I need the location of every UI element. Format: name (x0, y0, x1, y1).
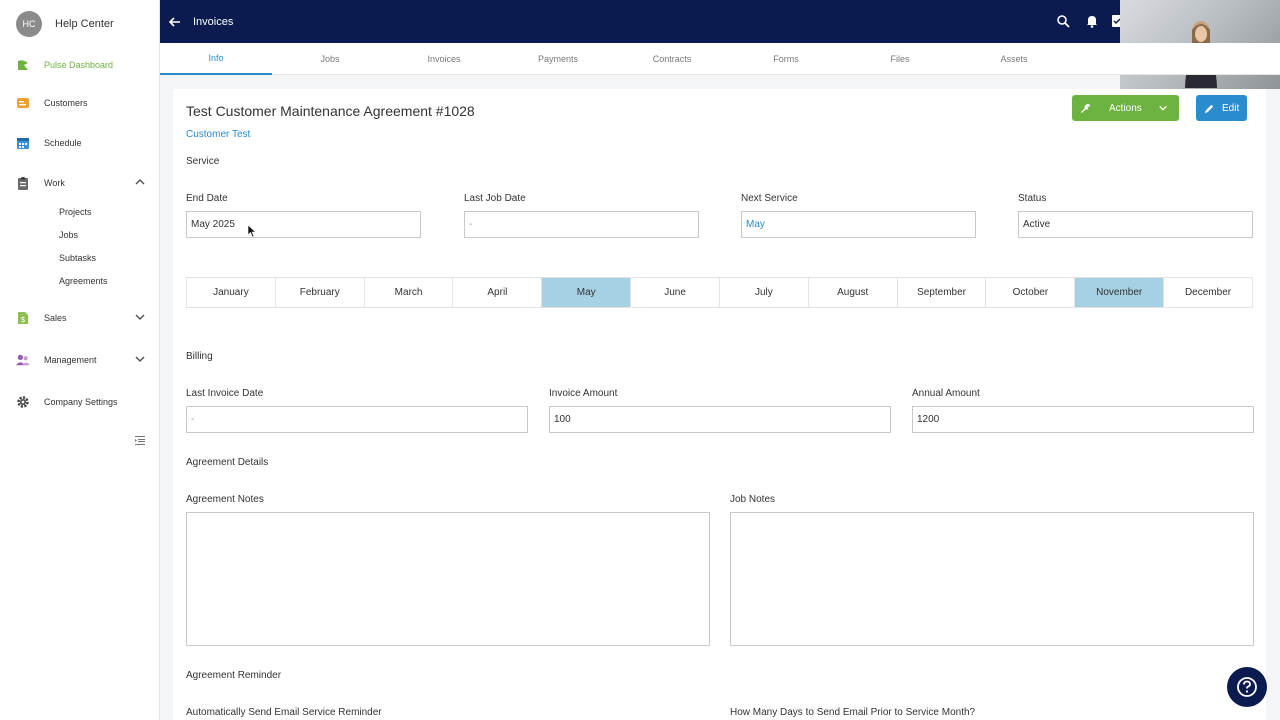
brand[interactable]: HC Help Center (16, 11, 114, 37)
sidebar-item-work[interactable]: Work (16, 173, 152, 193)
wrench-icon (1080, 103, 1091, 113)
sidebar-item-customers[interactable]: Customers (16, 93, 152, 113)
days-prior-label: How Many Days to Send Email Prior to Ser… (730, 707, 976, 718)
status-field[interactable]: Active (1018, 211, 1253, 238)
end-date-label: End Date (186, 193, 228, 204)
tab-files[interactable]: Files (844, 43, 956, 75)
month-february[interactable]: February (276, 278, 365, 307)
brand-name: Help Center (55, 18, 114, 30)
sidebar-item-management[interactable]: Management (16, 350, 152, 370)
next-service-label: Next Service (741, 193, 798, 204)
job-notes-textarea[interactable] (730, 512, 1254, 646)
edit-label: Edit (1222, 102, 1240, 114)
tab-bar: Info Jobs Invoices Payments Contracts Fo… (160, 43, 1280, 75)
sidebar-item-label: Company Settings (44, 397, 118, 407)
month-april[interactable]: April (453, 278, 543, 307)
sidebar-item-label: Management (44, 355, 97, 365)
sidebar-subitem-subtasks[interactable]: Subtasks (59, 253, 96, 263)
end-date-field[interactable]: May 2025 (186, 211, 421, 238)
job-notes-label: Job Notes (730, 494, 776, 505)
sidebar-subitem-agreements[interactable]: Agreements (59, 276, 108, 286)
calendar-icon (16, 136, 30, 150)
billing-heading: Billing (186, 351, 213, 362)
last-job-date-label: Last Job Date (464, 193, 526, 204)
sidebar-item-label: Schedule (44, 138, 82, 148)
chevron-down-icon[interactable] (134, 311, 146, 323)
last-invoice-date-field[interactable]: - (186, 406, 528, 433)
back-arrow-icon[interactable] (168, 15, 182, 29)
clipboard-icon (16, 176, 30, 190)
sidebar-subitem-projects[interactable]: Projects (59, 207, 92, 217)
avatar: HC (16, 11, 42, 37)
month-june[interactable]: June (631, 278, 720, 307)
month-may[interactable]: May (542, 278, 632, 307)
last-job-date-field[interactable]: - (464, 211, 699, 238)
svg-text:$: $ (20, 315, 25, 324)
help-button[interactable] (1227, 667, 1267, 707)
sidebar-item-label: Sales (44, 313, 67, 323)
sidebar-item-schedule[interactable]: Schedule (16, 133, 152, 153)
month-december[interactable]: December (1164, 278, 1252, 307)
month-november[interactable]: November (1075, 278, 1165, 307)
agreement-notes-textarea[interactable] (186, 512, 710, 646)
tab-jobs[interactable]: Jobs (274, 43, 386, 75)
bell-icon[interactable] (1085, 14, 1099, 28)
tab-contracts[interactable]: Contracts (616, 43, 728, 75)
chevron-down-icon[interactable] (134, 353, 146, 365)
chevron-down-icon (1158, 105, 1167, 111)
gear-icon (16, 395, 30, 409)
service-month-selector: January February March April May June Ju… (186, 277, 1253, 308)
tab-forms[interactable]: Forms (730, 43, 842, 75)
top-bar: Invoices (160, 0, 1280, 43)
mouse-cursor-icon (247, 224, 257, 238)
page-title: Invoices (193, 16, 234, 28)
pencil-icon (1204, 104, 1214, 113)
sidebar-item-label: Work (44, 178, 65, 188)
agreement-card: Test Customer Maintenance Agreement #102… (173, 89, 1266, 720)
month-september[interactable]: September (898, 278, 987, 307)
edit-button[interactable]: Edit (1196, 95, 1247, 121)
actions-label: Actions (1109, 102, 1142, 114)
question-icon (1237, 677, 1257, 697)
agreement-notes-label: Agreement Notes (186, 494, 264, 505)
last-invoice-date-label: Last Invoice Date (186, 388, 264, 399)
invoice-amount-field[interactable]: 100 (549, 406, 891, 433)
tab-invoices[interactable]: Invoices (388, 43, 500, 75)
sidebar-item-label: Pulse Dashboard (44, 60, 114, 70)
annual-amount-field[interactable]: 1200 (912, 406, 1254, 433)
annual-amount-label: Annual Amount (912, 388, 980, 399)
agreement-details-heading: Agreement Details (186, 457, 269, 468)
search-icon[interactable] (1056, 14, 1070, 28)
month-january[interactable]: January (187, 278, 276, 307)
month-august[interactable]: August (809, 278, 898, 307)
sidebar-item-pulse-dashboard[interactable]: Pulse Dashboard (16, 55, 152, 75)
customer-link[interactable]: Customer Test (186, 129, 250, 140)
month-october[interactable]: October (986, 278, 1076, 307)
sidebar-item-sales[interactable]: $ Sales (16, 308, 152, 328)
actions-button[interactable]: Actions (1072, 95, 1179, 121)
month-march[interactable]: March (365, 278, 454, 307)
status-label: Status (1018, 193, 1047, 204)
customers-icon (16, 96, 30, 110)
people-icon (16, 353, 30, 367)
sidebar-subitem-jobs[interactable]: Jobs (59, 230, 78, 240)
pulse-icon (16, 58, 30, 72)
sidebar-item-label: Customers (44, 98, 88, 108)
month-july[interactable]: July (720, 278, 809, 307)
collapse-sidebar-icon[interactable] (134, 434, 146, 446)
invoice-amount-label: Invoice Amount (549, 388, 618, 399)
dollar-doc-icon: $ (16, 311, 30, 325)
agreement-title: Test Customer Maintenance Agreement #102… (186, 103, 475, 119)
tab-payments[interactable]: Payments (502, 43, 614, 75)
sidebar-item-company-settings[interactable]: Company Settings (16, 392, 152, 412)
tab-assets[interactable]: Assets (958, 43, 1070, 75)
next-service-field[interactable]: May (741, 211, 976, 238)
service-heading: Service (186, 156, 220, 167)
auto-email-reminder-label: Automatically Send Email Service Reminde… (186, 707, 382, 718)
sidebar: HC Help Center Pulse Dashboard Customers… (0, 0, 160, 720)
tab-info[interactable]: Info (160, 43, 272, 75)
agreement-reminder-heading: Agreement Reminder (186, 670, 282, 681)
chevron-up-icon[interactable] (134, 176, 146, 188)
